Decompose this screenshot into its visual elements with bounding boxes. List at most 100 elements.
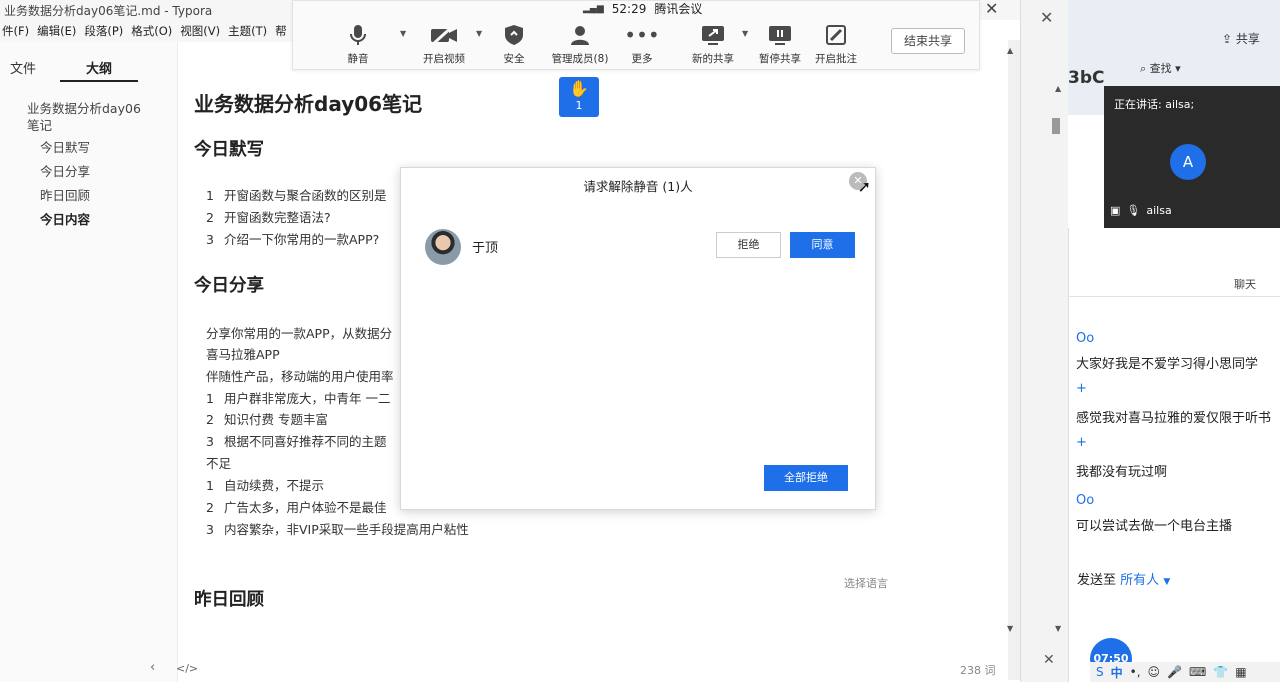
new-share-button[interactable]: 新的共享	[678, 23, 748, 66]
video-tile: 正在讲话: ailsa; A ▣ 🎙 ailsa	[1104, 86, 1280, 228]
list-item: 3 根据不同喜好推荐不同的主题	[206, 434, 387, 449]
outline-item-review[interactable]: 昨日回顾	[40, 187, 90, 204]
requester-name: 于顶	[472, 241, 499, 256]
scrollbar-thumb[interactable]	[1052, 118, 1060, 134]
user-icon[interactable]: 👕	[1213, 665, 1228, 679]
chat-message: 感觉我对喜马拉雅的爱仅限于听书	[1076, 411, 1272, 426]
source-code-icon[interactable]: </>	[176, 662, 198, 675]
word-count[interactable]: 238 词	[960, 662, 996, 678]
chat-message: 大家好我是不爱学习得小思同学	[1076, 357, 1259, 372]
scroll-up-icon[interactable]: ▲	[1055, 84, 1061, 93]
raised-hands-count: 1	[575, 99, 583, 112]
reject-all-button[interactable]: 全部拒绝	[764, 465, 848, 491]
chevron-down-icon: ▼	[1163, 577, 1171, 587]
sidebar	[0, 42, 178, 682]
share-app: 喜马拉雅APP	[206, 347, 280, 362]
share-intro: 分享你常用的一款APP，从数据分	[206, 326, 393, 341]
screen-share-icon	[678, 23, 748, 47]
close-icon[interactable]: ✕	[985, 0, 998, 18]
mouse-cursor-icon: ➚	[857, 177, 871, 196]
menu-format[interactable]: 格式(O)	[131, 23, 172, 39]
tab-files[interactable]: 文件	[10, 58, 36, 77]
dialog-title: 请求解除静音 (1)人	[583, 179, 693, 194]
list-item: 3 介绍一下你常用的一款APP?	[206, 232, 380, 247]
outline-item-dictation[interactable]: 今日默写	[40, 139, 90, 156]
back-icon[interactable]: ‹	[150, 660, 155, 675]
annotate-button[interactable]: 开启批注	[801, 23, 871, 66]
keyboard-icon[interactable]: ⌨	[1189, 665, 1206, 679]
list-item: 2 开窗函数完整语法?	[206, 210, 331, 225]
meeting-toolbar: ▂▄▆ 52:29 腾讯会议 静音 ▼ 开启视频 ▼ 安全 管理成员(8) ••…	[292, 0, 980, 70]
chat-sender: +	[1076, 435, 1087, 450]
agree-button[interactable]: 同意	[790, 232, 855, 258]
avatar	[425, 229, 461, 265]
hand-icon: ✋	[569, 79, 589, 98]
menu-theme[interactable]: 主题(T)	[228, 23, 267, 39]
page-title: 业务数据分析day06笔记	[194, 92, 423, 116]
menu-file[interactable]: 件(F)	[2, 23, 29, 39]
tab-outline[interactable]: 大纲	[86, 58, 112, 77]
chevron-down-icon[interactable]: ▼	[400, 29, 406, 38]
scroll-down-icon[interactable]: ▼	[1055, 624, 1061, 633]
heading-share: 今日分享	[194, 276, 264, 296]
share-context: 伴随性产品，移动端的用户使用率	[206, 369, 394, 384]
list-item: 3 内容繁杂，非VIP采取一些手段提高用户粘性	[206, 522, 469, 537]
grid-icon[interactable]: ▦	[1235, 665, 1246, 679]
style-preview: 3bC	[1068, 68, 1105, 88]
more-button[interactable]: ••• 更多	[607, 23, 677, 66]
menu-edit[interactable]: 编辑(E)	[37, 23, 76, 39]
meeting-time: 52:29	[611, 1, 647, 16]
divider	[1068, 296, 1280, 297]
side-strip	[1020, 0, 1068, 682]
manage-members-button[interactable]: 管理成员(8)	[543, 23, 617, 66]
punctuation-icon[interactable]: •,	[1130, 665, 1141, 679]
chat-sender: Oo	[1076, 493, 1095, 508]
chat-title: 聊天	[1234, 278, 1256, 291]
tab-active-indicator	[60, 80, 138, 82]
taskbar: S 中 •, ☺ 🎤 ⌨ 👕 ▦	[1090, 662, 1280, 682]
ime-logo-icon[interactable]: S	[1096, 665, 1104, 679]
shield-icon	[479, 23, 549, 47]
ime-indicator[interactable]: 中	[1111, 664, 1123, 681]
signal-icon: ▂▄▆	[583, 3, 604, 14]
user-icon: ▣	[1110, 204, 1121, 217]
end-share-button[interactable]: 结束共享	[891, 28, 965, 54]
participant-name: ▣ 🎙 ailsa	[1110, 204, 1172, 217]
menu-view[interactable]: 视图(V)	[180, 23, 220, 39]
microphone-icon	[323, 23, 393, 47]
menu-bar: 件(F) 编辑(E) 段落(P) 格式(O) 视图(V) 主题(T) 帮	[0, 20, 300, 42]
meeting-status: ▂▄▆ 52:29 腾讯会议	[583, 0, 702, 17]
microphone-icon: 🎙	[1126, 204, 1141, 217]
recipient-dropdown[interactable]: 所有人	[1120, 573, 1159, 588]
annotate-pen-icon	[801, 23, 871, 47]
mute-button[interactable]: 静音	[323, 23, 393, 66]
menu-help[interactable]: 帮	[275, 23, 287, 39]
list-item: 2 知识付费 专题丰富	[206, 412, 328, 427]
menu-paragraph[interactable]: 段落(P)	[84, 23, 123, 39]
outline-item-content[interactable]: 今日内容	[40, 211, 90, 228]
scroll-up-icon[interactable]: ▲	[1007, 46, 1013, 55]
outline-item-title[interactable]: 业务数据分析day06笔记	[27, 100, 147, 134]
unmute-request-dialog: 请求解除静音 (1)人 ✕ ➚ 于顶 拒绝 同意 全部拒绝	[400, 167, 876, 510]
list-item: 2 广告太多，用户体验不是最佳	[206, 500, 387, 515]
avatar: A	[1170, 144, 1206, 180]
find-button[interactable]: ⌕ 查找 ▾	[1140, 60, 1181, 76]
speaking-label: 正在讲话: ailsa;	[1114, 98, 1195, 111]
close-icon[interactable]: ✕	[1040, 8, 1053, 27]
heading-review: 昨日回顾	[194, 590, 264, 610]
security-button[interactable]: 安全	[479, 23, 549, 66]
outline-item-share[interactable]: 今日分享	[40, 163, 90, 180]
reject-button[interactable]: 拒绝	[716, 232, 781, 258]
raised-hands-badge[interactable]: ✋ 1	[559, 77, 599, 117]
list-item: 1 自动续费，不提示	[206, 478, 325, 493]
send-to-selector[interactable]: 发送至 所有人 ▼	[1077, 569, 1170, 588]
microphone-icon[interactable]: 🎤	[1167, 665, 1182, 679]
scroll-down-icon[interactable]: ▼	[1007, 624, 1013, 633]
emoji-icon[interactable]: ☺	[1148, 665, 1161, 679]
chat-message: 可以尝试去做一个电台主播	[1076, 519, 1233, 534]
video-button[interactable]: 开启视频	[409, 23, 479, 66]
language-select[interactable]: 选择语言	[844, 575, 888, 591]
scrollbar[interactable]	[1008, 40, 1020, 680]
share-button[interactable]: ⇪ 共享	[1222, 30, 1260, 47]
close-icon[interactable]: ✕	[1043, 652, 1055, 668]
